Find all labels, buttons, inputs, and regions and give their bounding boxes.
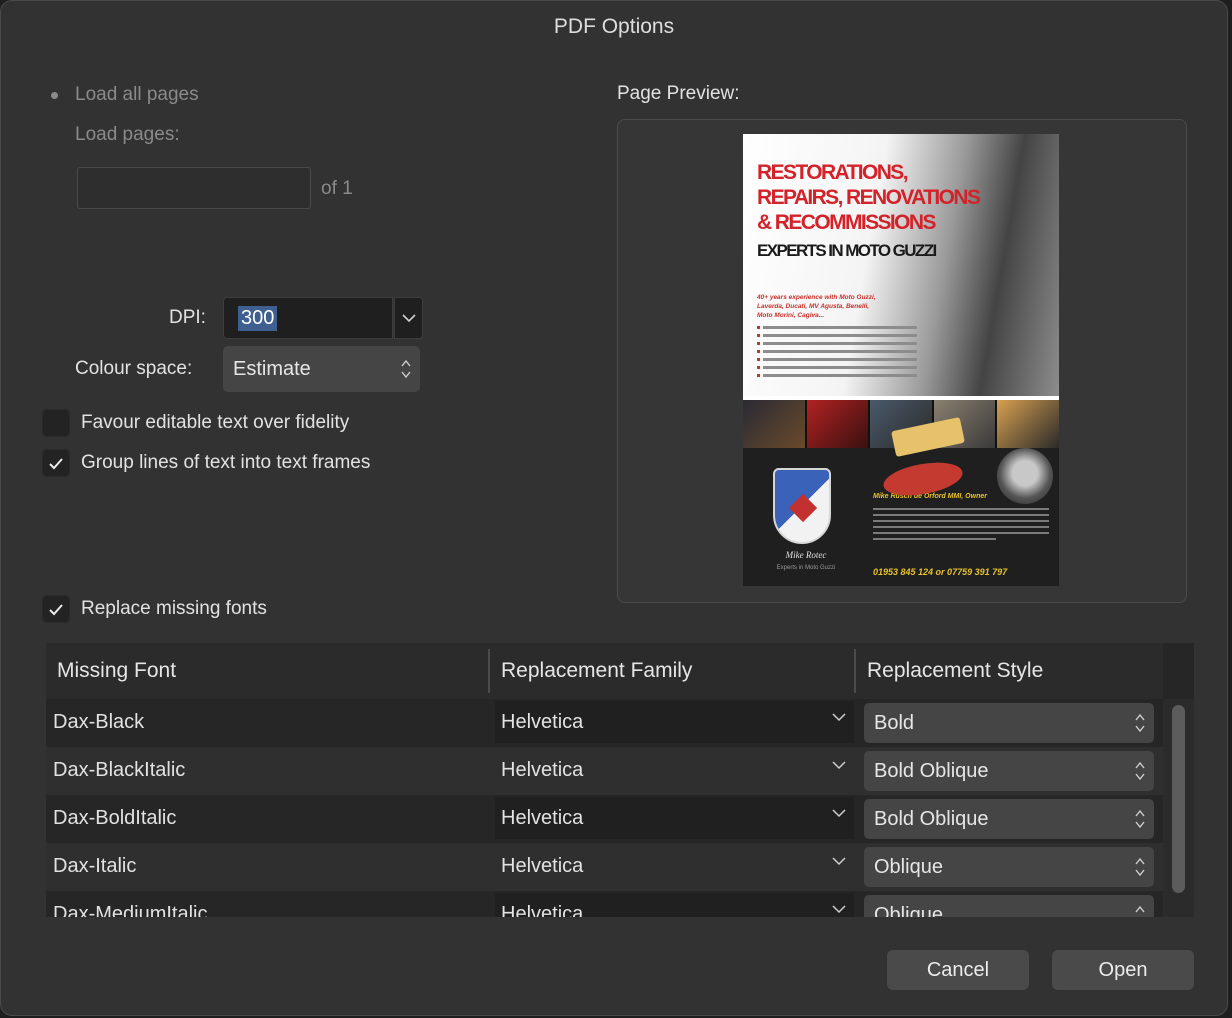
- missing-font-name: Dax-Italic: [53, 855, 137, 877]
- dialog-title: PDF Options: [553, 15, 675, 38]
- updown-chevron-icon: [1135, 761, 1145, 781]
- chevron-down-icon[interactable]: [832, 809, 846, 818]
- flyer-experience-2: Laverda, Ducati, MV Agusta, Benelli,: [757, 303, 870, 310]
- flyer-headline-3: & RECOMMISSIONS: [757, 211, 936, 234]
- dpi-dropdown-button[interactable]: [394, 297, 423, 339]
- replacement-family-value: Helvetica: [501, 902, 584, 918]
- replacement-style-select[interactable]: Oblique: [864, 895, 1154, 917]
- chevron-down-icon[interactable]: [832, 713, 846, 722]
- load-all-pages-label[interactable]: Load all pages: [75, 84, 199, 106]
- updown-chevron-icon: [1135, 905, 1145, 913]
- open-button[interactable]: Open: [1052, 950, 1194, 990]
- checkmark-icon: [49, 457, 63, 469]
- replacement-family-combo[interactable]: Helvetica: [495, 749, 854, 791]
- replace-missing-fonts-label[interactable]: Replace missing fonts: [81, 598, 267, 620]
- replacement-family-combo[interactable]: Helvetica: [495, 797, 854, 839]
- replacement-style-value: Oblique: [874, 855, 943, 878]
- table-scrollbar-thumb[interactable]: [1172, 705, 1185, 893]
- flyer-bullet-list: [757, 326, 917, 382]
- flyer-subheadline: EXPERTS IN MOTO GUZZI: [757, 241, 937, 260]
- flyer-signature: Mike Rotec: [785, 550, 827, 560]
- colour-space-label: Colour space:: [75, 358, 193, 379]
- replacement-family-value: Helvetica: [501, 710, 584, 733]
- dpi-input[interactable]: 300: [223, 297, 393, 339]
- replacement-style-select[interactable]: Oblique: [864, 847, 1154, 887]
- replacement-family-value: Helvetica: [501, 806, 584, 829]
- replace-missing-fonts-checkbox[interactable]: [42, 595, 70, 623]
- updown-chevron-icon: [1135, 857, 1145, 877]
- replacement-style-value: Oblique: [874, 903, 943, 918]
- group-lines-checkbox[interactable]: [42, 449, 70, 477]
- replacement-style-value: Bold Oblique: [874, 759, 989, 782]
- table-row[interactable]: Dax-Black Helvetica Bold: [46, 699, 1163, 747]
- column-replacement-style[interactable]: Replacement Style: [856, 643, 1163, 699]
- dpi-label: DPI:: [169, 307, 206, 328]
- missing-font-name: Dax-BoldItalic: [53, 807, 177, 829]
- flyer-owner: Mike Rusch de Orford MMI, Owner: [873, 493, 987, 500]
- favour-editable-checkbox[interactable]: [42, 409, 70, 437]
- load-pages-label[interactable]: Load pages:: [75, 124, 180, 146]
- cancel-button[interactable]: Cancel: [887, 950, 1029, 990]
- column-missing-font[interactable]: Missing Font: [46, 643, 488, 699]
- replacement-family-value: Helvetica: [501, 854, 584, 877]
- missing-font-name: Dax-MediumItalic: [53, 903, 208, 917]
- replacement-family-combo[interactable]: Helvetica: [495, 893, 854, 917]
- favour-editable-label[interactable]: Favour editable text over fidelity: [81, 412, 349, 434]
- updown-chevron-icon: [1135, 809, 1145, 829]
- missing-fonts-table: Missing Font Replacement Family Replacem…: [46, 643, 1194, 917]
- missing-font-name: Dax-Black: [53, 711, 145, 733]
- page-preview-thumbnail: RESTORATIONS, REPAIRS, RENOVATIONS & REC…: [743, 134, 1059, 586]
- page-count-label: of 1: [321, 178, 353, 199]
- missing-font-name: Dax-BlackItalic: [53, 759, 186, 781]
- load-pages-input[interactable]: [77, 167, 311, 209]
- replacement-style-select[interactable]: Bold: [864, 703, 1154, 743]
- chevron-down-icon[interactable]: [832, 905, 846, 914]
- replacement-family-combo[interactable]: Helvetica: [495, 845, 854, 887]
- flyer-experience-1: 40+ years experience with Moto Guzzi,: [757, 294, 876, 301]
- replacement-style-select[interactable]: Bold Oblique: [864, 799, 1154, 839]
- replacement-family-combo[interactable]: Helvetica: [495, 701, 854, 743]
- colour-space-value: Estimate: [233, 357, 311, 380]
- flyer-headline-2: REPAIRS, RENOVATIONS: [757, 186, 981, 209]
- page-preview-label: Page Preview:: [617, 83, 740, 104]
- flyer-phone: 01953 845 124 or 07759 391 797: [873, 567, 1008, 577]
- replacement-style-value: Bold: [874, 711, 915, 734]
- chevron-down-icon[interactable]: [832, 761, 846, 770]
- flyer-headline-1: RESTORATIONS,: [757, 161, 909, 184]
- checkmark-icon: [49, 603, 63, 615]
- owner-portrait: [997, 448, 1053, 504]
- updown-chevron-icon: [1135, 713, 1145, 733]
- crest-logo: [773, 468, 831, 544]
- flyer-signature-caption: Experts in Moto Guzzi: [776, 565, 836, 571]
- table-row[interactable]: Dax-BoldItalic Helvetica Bold Oblique: [46, 795, 1163, 843]
- updown-chevron-icon: [401, 359, 411, 379]
- flyer-body-text: [873, 508, 1049, 544]
- chevron-down-icon: [401, 313, 416, 322]
- pdf-options-dialog: PDF Options Load all pages Load pages: o…: [0, 0, 1228, 1016]
- group-lines-label[interactable]: Group lines of text into text frames: [81, 452, 370, 474]
- table-row[interactable]: Dax-BlackItalic Helvetica Bold Oblique: [46, 747, 1163, 795]
- table-header: Missing Font Replacement Family Replacem…: [46, 643, 1163, 699]
- table-row[interactable]: Dax-Italic Helvetica Oblique: [46, 843, 1163, 891]
- replacement-style-value: Bold Oblique: [874, 807, 989, 830]
- column-replacement-family[interactable]: Replacement Family: [490, 643, 854, 699]
- replacement-style-select[interactable]: Bold Oblique: [864, 751, 1154, 791]
- table-row[interactable]: Dax-MediumItalic Helvetica Oblique: [46, 891, 1163, 917]
- flyer-experience-3: Moto Morini, Cagiva...: [757, 312, 825, 319]
- chevron-down-icon[interactable]: [832, 857, 846, 866]
- replacement-family-value: Helvetica: [501, 758, 584, 781]
- load-all-pages-radio[interactable]: [51, 92, 58, 99]
- dpi-value: 300: [238, 305, 278, 331]
- colour-space-select[interactable]: Estimate: [223, 346, 420, 392]
